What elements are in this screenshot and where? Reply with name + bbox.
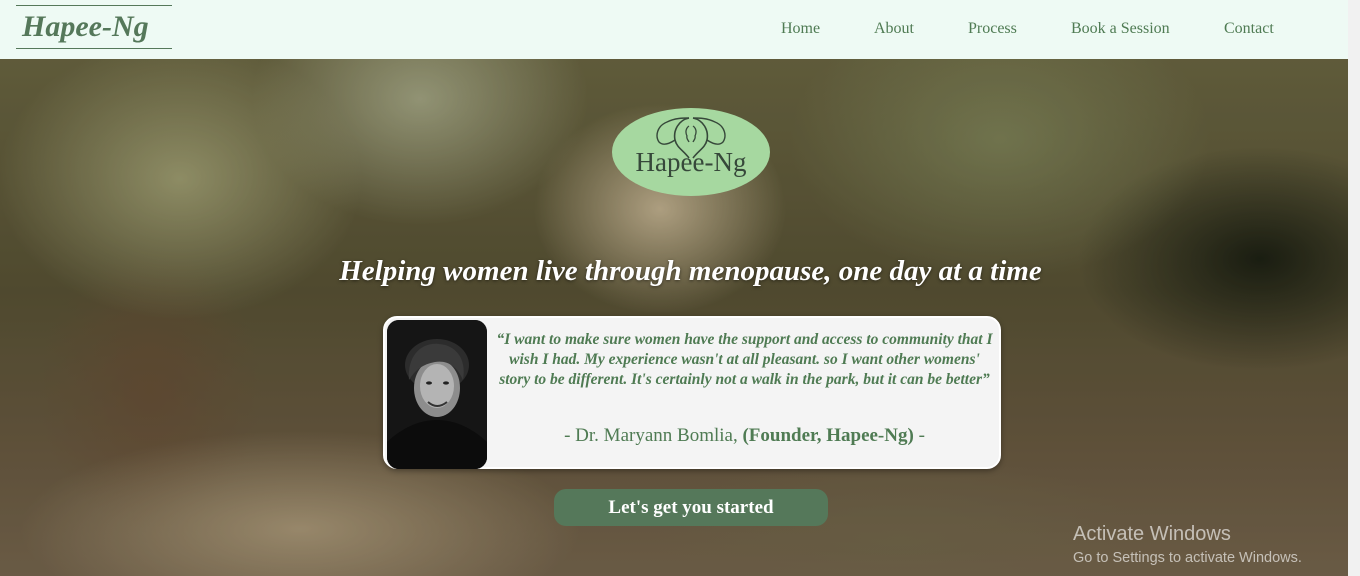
founder-quote-text: “I want to make sure women have the supp… bbox=[496, 331, 993, 388]
attribution-name: - Dr. Maryann Bomlia, bbox=[564, 425, 743, 446]
founder-quote-card: “I want to make sure women have the supp… bbox=[383, 316, 1001, 469]
watermark-subtitle: Go to Settings to activate Windows. bbox=[1073, 550, 1302, 566]
hero-section: Hapee-Ng Helping women live through meno… bbox=[0, 59, 1348, 576]
attribution-suffix: - bbox=[913, 425, 925, 446]
nav-contact-link[interactable]: Contact bbox=[1224, 18, 1274, 40]
watermark-title: Activate Windows bbox=[1073, 523, 1231, 545]
nav-process-link[interactable]: Process bbox=[968, 18, 1017, 40]
founder-portrait bbox=[387, 320, 487, 469]
nav-book-session-link[interactable]: Book a Session bbox=[1071, 18, 1170, 40]
nav-about-link[interactable]: About bbox=[874, 18, 914, 40]
get-started-button[interactable]: Let's get you started bbox=[554, 489, 828, 526]
attribution-role: (Founder, Hapee-Ng) bbox=[742, 425, 914, 446]
nav-home-link[interactable]: Home bbox=[781, 18, 820, 40]
top-navbar: Hapee-Ng Home About Process Book a Sessi… bbox=[0, 0, 1348, 59]
nav-links: Home About Process Book a Session Contac… bbox=[0, 18, 1348, 40]
founder-attribution: - Dr. Maryann Bomlia, (Founder, Hapee-Ng… bbox=[492, 424, 997, 448]
vertical-scrollbar[interactable] bbox=[1348, 0, 1360, 576]
hero-headline: Helping women live through menopause, on… bbox=[339, 255, 1042, 287]
hero-logo: Hapee-Ng bbox=[612, 108, 770, 196]
windows-activation-watermark: Activate Windows Go to Settings to activ… bbox=[1073, 522, 1302, 568]
hero-logo-text: Hapee-Ng bbox=[635, 147, 747, 177]
